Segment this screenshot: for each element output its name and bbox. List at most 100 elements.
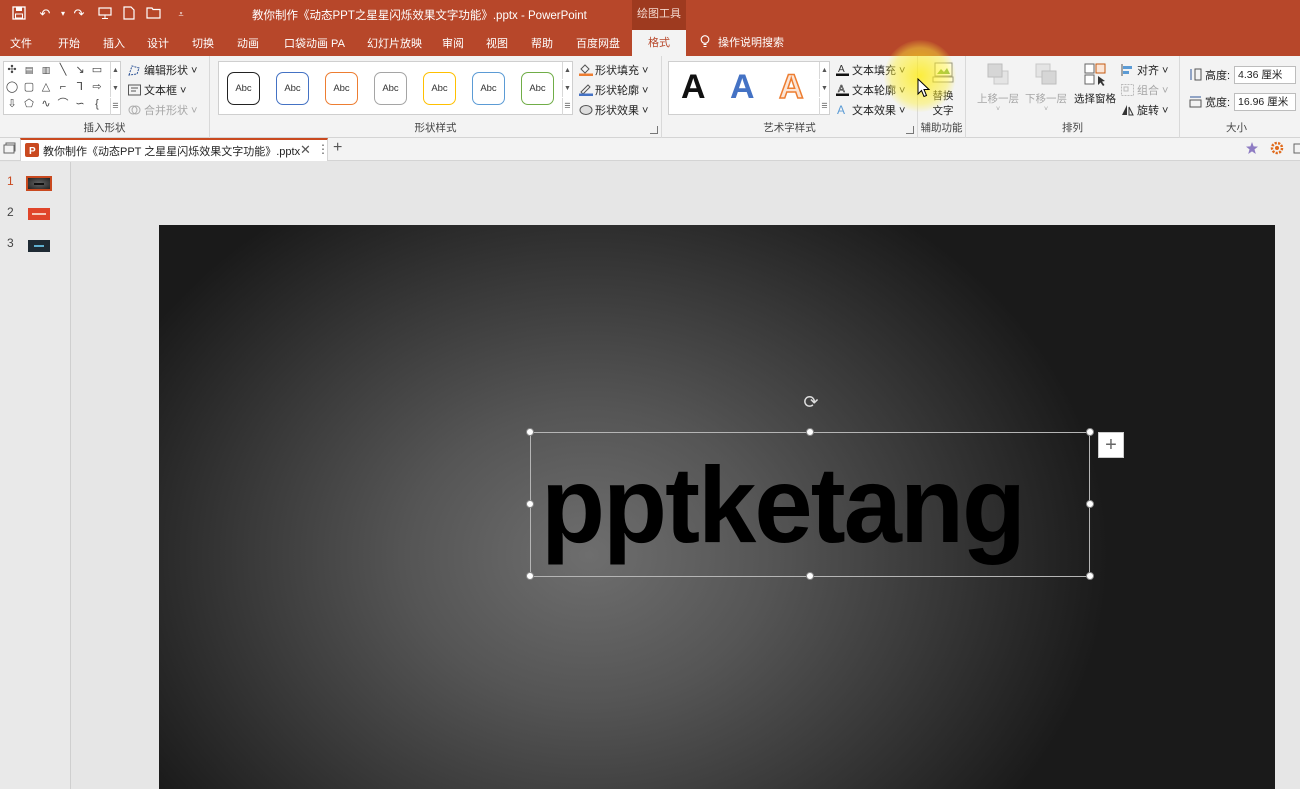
height-input[interactable]: 4.36 厘米 — [1234, 66, 1296, 84]
tab-transitions[interactable]: 切换 — [192, 35, 214, 51]
gallery-scroll-down-icon[interactable]: ▼ — [110, 80, 120, 97]
shape-outline-button[interactable]: 形状轮廓 ˅ — [579, 82, 648, 98]
tab-list-icon[interactable] — [3, 142, 16, 158]
tab-help[interactable]: 帮助 — [531, 35, 553, 51]
gallery-scroll-up-icon[interactable]: ▲ — [110, 62, 120, 79]
shape-select-icon[interactable]: ✣ — [5, 63, 19, 77]
new-file-icon[interactable] — [121, 6, 137, 22]
gallery-scroll-down-icon[interactable]: ▼ — [562, 80, 572, 97]
shape-textbox-icon[interactable]: ▤ — [22, 63, 36, 77]
more-options-icon[interactable]: ⋮ — [317, 142, 329, 156]
text-outline-button[interactable]: A 文本轮廓 ˅ — [836, 82, 905, 98]
wordart-gallery[interactable]: A A A ▲ ▼ ☰ — [668, 61, 830, 115]
selected-text-box[interactable]: ⟳ pptketang — [526, 393, 1094, 580]
selection-pane-button[interactable]: 选择窗格 — [1070, 61, 1120, 106]
undo-icon[interactable]: ↶ — [37, 6, 53, 22]
window-restore-icon[interactable] — [1293, 141, 1300, 158]
edit-shape-button[interactable]: 编辑形状 ˅ — [128, 62, 197, 78]
group-objects-button[interactable]: 组合 ˅ — [1121, 82, 1168, 98]
resize-handle-right[interactable] — [1086, 500, 1094, 508]
save-icon[interactable] — [11, 6, 27, 22]
gallery-scroll-up-icon[interactable]: ▲ — [562, 62, 572, 79]
addin-star-icon[interactable] — [1245, 141, 1259, 158]
align-button[interactable]: 对齐 ˅ — [1121, 62, 1168, 78]
send-backward-button[interactable]: 下移一层 ˅ — [1022, 61, 1070, 113]
text-box-button[interactable]: 文本框 ˅ — [128, 82, 186, 98]
close-icon[interactable]: ✕ — [300, 142, 311, 158]
slide-text[interactable]: pptketang — [541, 451, 1026, 559]
merge-shapes-button[interactable]: 合并形状 ˅ — [128, 102, 197, 118]
shape-arrow-line-icon[interactable]: ↘ — [73, 63, 87, 77]
text-fill-button[interactable]: A 文本填充 ˅ — [836, 62, 905, 78]
slide-thumbnail-1[interactable] — [26, 176, 52, 191]
shape-style-preset[interactable]: Abc — [227, 72, 260, 105]
shape-oval-icon[interactable]: ◯ — [5, 80, 19, 94]
slide-thumbnail-3[interactable] — [28, 240, 50, 252]
layout-options-icon[interactable]: + — [1098, 432, 1124, 458]
width-input[interactable]: 16.96 厘米 — [1234, 93, 1296, 111]
shape-style-preset[interactable]: Abc — [374, 72, 407, 105]
shape-down-arrow-icon[interactable]: ⇩ — [5, 97, 19, 111]
shape-style-preset[interactable]: Abc — [521, 72, 554, 105]
redo-icon[interactable]: ↷ — [71, 6, 87, 22]
shape-line-icon[interactable]: ╲ — [56, 63, 70, 77]
shape-block-arrow-icon[interactable]: ⇨ — [90, 80, 104, 94]
shape-freeform-icon[interactable]: ⬠ — [22, 97, 36, 111]
tab-design[interactable]: 设计 — [147, 35, 169, 51]
tell-me-search[interactable]: 操作说明搜索 — [700, 34, 784, 50]
bring-forward-button[interactable]: 上移一层 ˅ — [974, 61, 1022, 113]
shape-style-preset[interactable]: Abc — [472, 72, 505, 105]
slide-thumbnail-2[interactable] — [28, 208, 50, 220]
tab-insert[interactable]: 插入 — [103, 35, 125, 51]
document-tab[interactable]: P 教你制作《动态PPT 之星星闪烁效果文字功能》.pptx ✕ ⋮ — [20, 138, 329, 161]
open-folder-icon[interactable] — [146, 6, 162, 22]
gallery-more-icon[interactable]: ☰ — [110, 98, 120, 115]
tab-file[interactable]: 文件 — [10, 35, 32, 51]
shape-curve-icon[interactable]: ∽ — [73, 97, 87, 111]
wordart-preset-blue[interactable]: A — [730, 68, 755, 107]
resize-handle-bottom[interactable] — [806, 572, 814, 580]
tab-format[interactable]: 格式 — [632, 30, 686, 57]
gallery-more-icon[interactable]: ☰ — [819, 98, 829, 115]
shape-rectangle-icon[interactable]: ▭ — [90, 63, 104, 77]
shape-brace-icon[interactable]: { — [90, 97, 104, 111]
text-effects-button[interactable]: A 文本效果 ˅ — [836, 102, 905, 118]
alt-text-button[interactable]: 替换 文字 — [927, 61, 959, 118]
shape-style-preset[interactable]: Abc — [423, 72, 456, 105]
resize-handle-bottom-left[interactable] — [526, 572, 534, 580]
resize-handle-bottom-right[interactable] — [1086, 572, 1094, 580]
start-from-beginning-icon[interactable] — [97, 6, 113, 22]
gallery-scroll-up-icon[interactable]: ▲ — [819, 62, 829, 79]
shape-rounded-rect-icon[interactable]: ▢ — [22, 80, 36, 94]
shape-elbow-icon[interactable]: ⅂ — [73, 80, 87, 94]
resize-handle-top-right[interactable] — [1086, 428, 1094, 436]
shape-style-gallery[interactable]: Abc Abc Abc Abc Abc Abc Abc ▲ ▼ ☰ — [218, 61, 573, 115]
resize-handle-top[interactable] — [806, 428, 814, 436]
tab-animations[interactable]: 动画 — [237, 35, 259, 51]
shape-connector-icon[interactable]: ⌐ — [56, 80, 70, 94]
wordart-preset-orange-outline[interactable]: A — [778, 67, 804, 107]
shape-vertical-textbox-icon[interactable]: ▥ — [39, 63, 53, 77]
new-tab-icon[interactable]: + — [333, 139, 342, 157]
rotate-button[interactable]: 旋转 ˅ — [1121, 102, 1168, 118]
tab-home[interactable]: 开始 — [58, 35, 80, 51]
customize-qat-icon[interactable]: ⩡ — [173, 6, 189, 22]
tab-slideshow[interactable]: 幻灯片放映 — [367, 35, 422, 51]
shape-triangle-icon[interactable]: △ — [39, 80, 53, 94]
resize-handle-top-left[interactable] — [526, 428, 534, 436]
resize-handle-left[interactable] — [526, 500, 534, 508]
undo-dropdown-icon[interactable]: ▾ — [55, 6, 71, 22]
tab-review[interactable]: 审阅 — [442, 35, 464, 51]
tab-view[interactable]: 视图 — [486, 35, 508, 51]
shape-styles-launcher-icon[interactable] — [650, 126, 658, 134]
gallery-scroll-down-icon[interactable]: ▼ — [819, 80, 829, 97]
tab-pocket-animation[interactable]: 口袋动画 PA — [284, 35, 345, 51]
gallery-more-icon[interactable]: ☰ — [562, 98, 572, 115]
rotate-handle-icon[interactable]: ⟳ — [802, 393, 820, 411]
shape-fill-button[interactable]: 形状填充 ˅ — [579, 62, 648, 78]
shape-arc-icon[interactable]: ⌒ — [56, 97, 70, 111]
shape-effects-button[interactable]: 形状效果 ˅ — [579, 102, 648, 118]
shape-style-preset[interactable]: Abc — [276, 72, 309, 105]
slide[interactable]: ⟳ pptketang — [159, 225, 1275, 789]
shapes-gallery[interactable]: ✣ ▤ ▥ ╲ ↘ ▭ ◯ ▢ △ ⌐ ⅂ ⇨ ⇩ ⬠ ∿ ⌒ ∽ { ▲ ▼ — [3, 61, 121, 115]
